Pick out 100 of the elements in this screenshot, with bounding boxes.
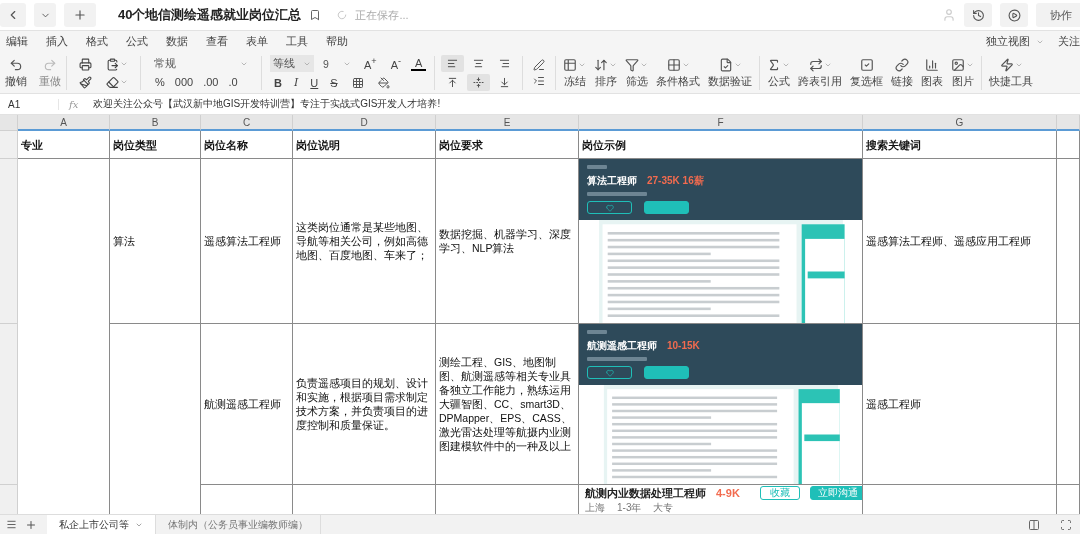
header-cell: 岗位要求 xyxy=(436,131,579,159)
print-icon[interactable] xyxy=(79,57,92,71)
toolbar-button[interactable]: 排序 xyxy=(591,57,621,89)
menu-item[interactable]: 表单 xyxy=(246,35,286,49)
indent-icon[interactable] xyxy=(533,75,546,87)
table-cell: 算法 xyxy=(110,159,201,324)
column-header[interactable]: G xyxy=(863,115,1057,131)
bookmark-icon[interactable] xyxy=(309,9,322,21)
table-cell: 这类岗位通常是某些地图、导航等相关公司，例如高德地图、百度地图、车来了； xyxy=(293,159,436,324)
menu-item[interactable]: 查看 xyxy=(206,35,246,49)
add-sheet-icon[interactable] xyxy=(25,518,37,531)
job-meta: 大专 xyxy=(653,502,674,513)
eraser-icon[interactable] xyxy=(106,74,128,90)
menu-icon[interactable] xyxy=(6,519,17,530)
plus-icon xyxy=(73,8,87,22)
pen-icon[interactable] xyxy=(533,59,546,71)
align-button[interactable] xyxy=(441,55,465,72)
menu-item[interactable]: 工具 xyxy=(286,35,326,49)
table-cell xyxy=(1057,131,1080,159)
menu-item[interactable]: 帮助 xyxy=(326,35,366,49)
history-icon xyxy=(971,8,985,22)
toolbar-button[interactable]: 快捷工具 xyxy=(986,57,1037,89)
column-header[interactable]: A xyxy=(18,115,110,131)
menu-item[interactable]: 格式 xyxy=(86,35,126,49)
back-button[interactable] xyxy=(0,3,26,27)
job-meta: 1-3年 xyxy=(617,502,642,513)
layout-icon[interactable] xyxy=(1028,518,1040,531)
align-icon xyxy=(499,58,511,69)
sheet-tab[interactable]: 私企上市公司等 xyxy=(47,515,156,534)
align-button[interactable] xyxy=(467,74,491,91)
font-color-button[interactable]: A xyxy=(411,56,427,71)
menu-item[interactable]: 插入 xyxy=(46,35,86,49)
toolbar-button[interactable]: 数据验证 xyxy=(705,57,756,89)
toolbar-button[interactable]: 筛选 xyxy=(622,57,652,89)
font-select[interactable]: 等线 xyxy=(270,55,314,72)
toolbar-button[interactable]: 条件格式 xyxy=(653,57,704,89)
view-menu[interactable]: 独立视图 xyxy=(986,35,1044,49)
table-cell: 遥感算法工程师 xyxy=(201,159,293,324)
toolbar-button[interactable]: 冻结 xyxy=(560,57,590,89)
column-header[interactable]: D xyxy=(293,115,436,131)
toolbar-button[interactable]: 图片 xyxy=(948,57,978,89)
align-icon xyxy=(447,58,459,69)
column-header[interactable]: C xyxy=(201,115,293,131)
job-salary: 4-9K xyxy=(716,486,740,500)
number-format-select[interactable]: 常规 xyxy=(151,56,251,71)
column-header[interactable]: E xyxy=(436,115,579,131)
number-format-button[interactable]: % xyxy=(151,73,169,90)
border-icon[interactable] xyxy=(351,76,364,89)
align-icon xyxy=(473,77,485,88)
caret-icon xyxy=(1036,38,1044,46)
text-style-button[interactable]: I xyxy=(289,74,303,91)
follow-menu[interactable]: 关注 xyxy=(1058,35,1080,49)
cell-reference[interactable]: A1 xyxy=(0,98,59,110)
table-cell: 负责遥感项目的规划、设计和实施，根据项目需求制定技术方案，并负责项目的进度控制和质量保证。 xyxy=(293,324,436,485)
job-title: 算法工程师 xyxy=(587,174,637,187)
font-size-button[interactable]: A$^{-}$ xyxy=(386,55,406,72)
sort-icon xyxy=(594,58,609,72)
paste-icon[interactable] xyxy=(106,56,128,72)
job-title: 航测内业数据处理工程师 xyxy=(585,486,706,500)
toolbar-button[interactable]: 跨表引用 xyxy=(795,57,846,89)
document-title: 40个地信测绘遥感就业岗位汇总 xyxy=(118,6,302,24)
menu-item[interactable]: 编辑 xyxy=(6,35,46,49)
repeat-icon xyxy=(808,58,823,72)
text-style-button[interactable]: B xyxy=(270,74,286,91)
number-format-button[interactable]: .00 xyxy=(199,73,223,90)
sheet-tab[interactable]: 体制内（公务员事业编教师编） xyxy=(156,515,321,534)
history-button[interactable] xyxy=(964,3,992,27)
align-icon xyxy=(499,77,511,88)
formula-value[interactable]: 欢迎关注公众号【武汉新中地GIS开发特训营】专注于实战式GIS开发人才培养! xyxy=(93,97,441,111)
link-icon xyxy=(895,58,910,72)
header-cell: 岗位说明 xyxy=(293,131,436,159)
bar-chart-icon xyxy=(925,58,940,72)
number-format-button[interactable]: 000 xyxy=(170,73,198,90)
font-size-button[interactable]: A$^{+}$ xyxy=(360,55,381,72)
align-icon xyxy=(473,58,485,69)
column-header[interactable]: F xyxy=(579,115,863,131)
menu-item[interactable]: 公式 xyxy=(126,35,166,49)
play-button[interactable] xyxy=(1000,3,1028,27)
toolbar-button[interactable]: 链接 xyxy=(888,57,917,89)
paintbrush-icon[interactable] xyxy=(79,75,92,89)
text-style-button[interactable]: U xyxy=(306,74,323,91)
fill-icon[interactable] xyxy=(377,76,390,89)
toolbar-button[interactable]: 撤销 xyxy=(2,57,30,89)
fullscreen-icon[interactable] xyxy=(1060,518,1072,531)
header-cell: 岗位类型 xyxy=(110,131,201,159)
toolbar-button[interactable]: 复选框 xyxy=(847,57,887,89)
text-style-button[interactable]: S xyxy=(326,74,342,91)
align-icon xyxy=(447,77,459,88)
collaborate-button[interactable]: 协作 xyxy=(1036,3,1080,27)
undo-icon xyxy=(9,58,23,72)
menu-item[interactable]: 数据 xyxy=(166,35,206,49)
number-format-button[interactable]: .0 xyxy=(224,73,242,90)
column-header[interactable]: B xyxy=(110,115,201,131)
font-size-select[interactable]: 9 xyxy=(320,55,354,72)
table-cell: 航测遥感工程师 xyxy=(201,324,293,485)
toolbar-button[interactable]: 图表 xyxy=(918,57,947,89)
header-cell: 专业 xyxy=(18,131,110,159)
checkbox-icon xyxy=(859,58,874,72)
lightning-icon xyxy=(999,58,1014,72)
toolbar-button[interactable]: 公式 xyxy=(764,57,794,89)
